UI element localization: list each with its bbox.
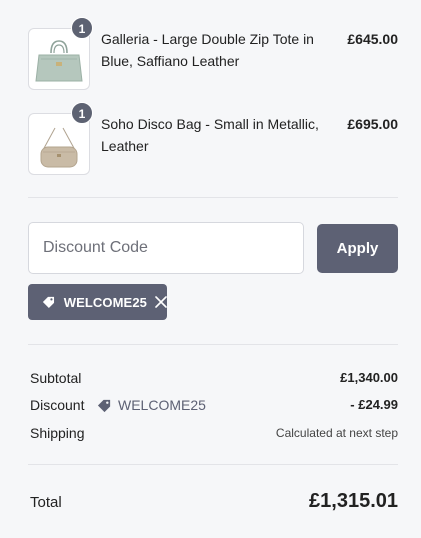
- total-label: Total: [30, 494, 62, 511]
- quantity-badge: 1: [71, 102, 93, 124]
- subtotal-value: £1,340.00: [340, 370, 398, 385]
- product-price: £645.00: [347, 31, 398, 47]
- discount-code-text: WELCOME25: [118, 397, 206, 413]
- applied-discount-code: WELCOME25: [63, 294, 147, 310]
- tag-icon: [97, 399, 111, 412]
- product-name: Galleria - Large Double Zip Tote in Blue…: [101, 31, 314, 69]
- subtotal-label: Subtotal: [30, 370, 82, 386]
- tag-icon: [42, 296, 55, 309]
- remove-discount-button[interactable]: [155, 296, 167, 308]
- applied-discount-chip: WELCOME25: [28, 284, 167, 320]
- cart-item: 1 Soho Disco Bag - Small in Metallic, Le…: [28, 102, 398, 175]
- apply-button[interactable]: Apply: [317, 224, 398, 273]
- discount-code-tag: WELCOME25: [97, 397, 206, 413]
- discount-code-input[interactable]: [28, 222, 304, 274]
- quantity-badge: 1: [71, 17, 93, 39]
- product-name: Soho Disco Bag - Small in Metallic, Leat…: [101, 116, 319, 154]
- shipping-value: Calculated at next step: [275, 426, 398, 440]
- total-value: £1,315.01: [309, 490, 398, 512]
- cart-item: 1 Galleria - Large Double Zip Tote in Bl…: [28, 17, 398, 90]
- divider: [28, 464, 398, 465]
- discount-value: - £24.99: [350, 397, 398, 412]
- divider: [28, 344, 398, 345]
- discount-label: Discount: [30, 397, 85, 413]
- product-price: £695.00: [347, 116, 398, 132]
- divider: [28, 197, 398, 198]
- close-icon[interactable]: [155, 296, 167, 308]
- shipping-label: Shipping: [30, 425, 85, 441]
